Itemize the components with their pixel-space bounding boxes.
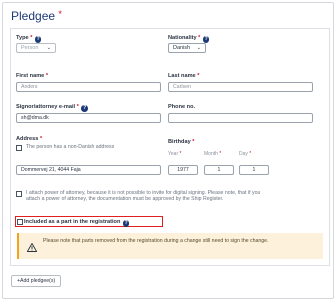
first-name-value: Anders (21, 84, 38, 90)
email-label-text: Signor/attorney e-mail (16, 104, 76, 110)
day-label: Day * (239, 151, 251, 157)
add-pledgee-button[interactable]: +Add pledgee(s) (11, 275, 62, 287)
address-label-text: Address (16, 136, 39, 142)
type-label: Type * ? (16, 35, 42, 43)
last-name-label-text: Last name (168, 73, 196, 79)
power-of-attorney-text: I attach power of attorney, because it i… (26, 190, 261, 203)
required-marker: * (179, 151, 182, 157)
nationality-select-value: Danish (173, 45, 191, 51)
chevron-down-icon: ⌄ (196, 45, 201, 51)
year-label-text: Year (168, 151, 179, 157)
last-name-value: Carlsen (173, 84, 191, 90)
phone-field[interactable] (168, 113, 313, 123)
year-label: Year * (168, 151, 181, 157)
birth-month-field[interactable]: 1 (204, 165, 234, 175)
warning-text: Please note that parts removed from the … (43, 238, 269, 244)
type-label-text: Type (16, 35, 29, 41)
month-label-text: Month (204, 151, 218, 157)
non-danish-address-checkbox[interactable] (16, 145, 22, 151)
question-icon[interactable]: ? (202, 36, 210, 43)
type-select-value: Person (21, 45, 39, 51)
birth-year-field[interactable]: 1977 (168, 165, 198, 175)
required-marker: * (198, 35, 201, 41)
required-marker: * (39, 136, 43, 142)
birthday-label-text: Birthday (168, 139, 191, 145)
first-name-label-text: First name (16, 73, 45, 79)
included-checkbox[interactable] (17, 219, 23, 225)
pledgee-card: Type * ? Person ⌄ Nationality * ? Danish… (10, 28, 330, 266)
birth-year-value: 1977 (177, 167, 189, 173)
day-label-text: Day (239, 151, 248, 157)
non-danish-address-label: The person has a non-Danish address (26, 144, 115, 150)
email-field[interactable]: sh@dma.dk (16, 113, 161, 123)
warning-icon (26, 239, 38, 257)
power-of-attorney-checkbox[interactable] (16, 191, 22, 197)
address-field[interactable]: Dommervej 21, 4044 Faja (16, 165, 161, 175)
page-title: Pledgee * (11, 9, 62, 23)
nationality-label: Nationality * ? (168, 35, 210, 43)
required-marker: * (219, 151, 222, 157)
phone-label-text: Phone no. (168, 104, 196, 110)
phone-label: Phone no. (168, 104, 195, 110)
type-select[interactable]: Person ⌄ (16, 43, 56, 53)
question-icon[interactable]: ? (34, 36, 42, 43)
included-label-text: Included as a part in the registration (24, 219, 121, 225)
warning-banner: Please note that parts removed from the … (17, 233, 323, 259)
birth-day-value: 1 (252, 167, 256, 173)
email-label: Signor/attorney e-mail * ? (16, 104, 88, 112)
email-value: sh@dma.dk (21, 115, 49, 121)
nationality-label-text: Nationality (168, 35, 197, 41)
required-marker: * (30, 35, 33, 41)
month-label: Month * (204, 151, 221, 157)
address-value: Dommervej 21, 4044 Faja (21, 167, 81, 173)
birth-month-value: 1 (217, 167, 221, 173)
first-name-label: First name * (16, 73, 48, 79)
required-marker: * (58, 9, 62, 19)
birthday-label: Birthday * (168, 139, 194, 145)
last-name-label: Last name * (168, 73, 199, 79)
nationality-select[interactable]: Danish ⌄ (168, 43, 206, 53)
required-marker: * (76, 104, 79, 110)
question-icon[interactable]: ? (122, 220, 130, 227)
address-label: Address * (16, 136, 42, 142)
required-marker: * (45, 73, 49, 79)
question-icon[interactable]: ? (81, 105, 88, 112)
birth-day-field[interactable]: 1 (239, 165, 269, 175)
required-marker: * (249, 151, 252, 157)
last-name-field[interactable]: Carlsen (168, 82, 313, 92)
pledgee-panel: Pledgee * Type * ? Person ⌄ Nationality … (2, 2, 334, 299)
required-marker: * (197, 73, 200, 79)
page-title-text: Pledgee (11, 9, 56, 23)
required-marker: * (192, 139, 195, 145)
first-name-field[interactable]: Anders (16, 82, 161, 92)
included-label: Included as a part in the registration ? (24, 219, 130, 227)
chevron-down-icon: ⌄ (46, 45, 51, 51)
